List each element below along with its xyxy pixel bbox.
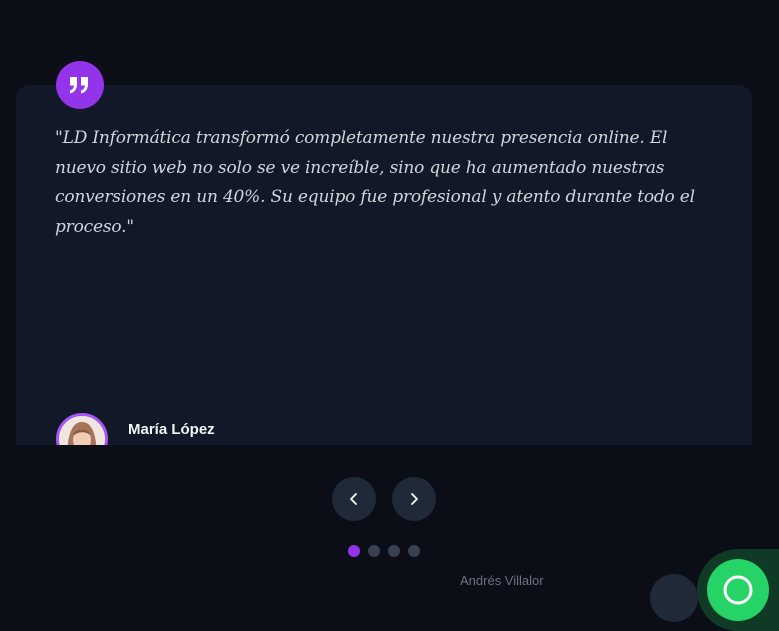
avatar-photo bbox=[59, 416, 105, 445]
previous-slide-button[interactable] bbox=[332, 477, 376, 521]
pagination-dot[interactable] bbox=[408, 545, 420, 557]
whatsapp-icon bbox=[723, 575, 753, 605]
pagination-dot[interactable] bbox=[348, 545, 360, 557]
author-name: María López bbox=[128, 421, 215, 438]
whatsapp-button[interactable] bbox=[707, 559, 769, 621]
quote-glyph bbox=[70, 77, 88, 94]
next-testimonial-avatar bbox=[650, 574, 698, 622]
testimonial-quote: "LD Informática transformó completamente… bbox=[55, 128, 695, 237]
next-slide-button[interactable] bbox=[392, 477, 436, 521]
chevron-right-icon bbox=[411, 493, 418, 505]
whatsapp-float bbox=[697, 549, 779, 631]
author-avatar bbox=[56, 413, 108, 445]
pagination-dot[interactable] bbox=[368, 545, 380, 557]
pagination-dot[interactable] bbox=[388, 545, 400, 557]
chevron-left-icon bbox=[350, 493, 357, 505]
carousel-pagination bbox=[348, 545, 420, 557]
quote-icon bbox=[56, 61, 104, 109]
testimonial-card: "LD Informática transformó completamente… bbox=[16, 85, 752, 445]
